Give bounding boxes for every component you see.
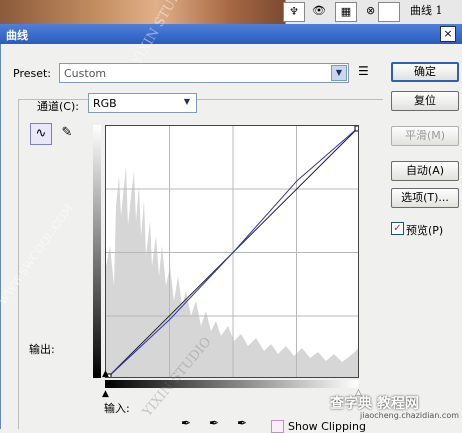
group-border-left (18, 99, 19, 429)
preset-select[interactable]: Custom ▼ (59, 63, 349, 83)
smooth-button[interactable]: 平滑(M) (391, 126, 459, 146)
curve-graph-svg (106, 126, 359, 377)
preset-label: Preset: (13, 67, 52, 80)
gray-eyedropper-icon[interactable]: ✒ (209, 416, 219, 430)
close-button[interactable]: × (440, 26, 456, 42)
chevron-down-icon[interactable]: ▼ (331, 65, 347, 81)
black-point-slider-icon[interactable]: ▲ (102, 370, 109, 379)
layer-thumbnail-icon: ▦ (335, 2, 357, 22)
background-photo (0, 0, 285, 24)
pencil-icon[interactable]: ✎ (56, 123, 78, 145)
black-input-slider-icon[interactable]: ▲ (102, 390, 109, 399)
preset-value: Custom (64, 67, 107, 80)
channel-value: RGB (93, 97, 117, 110)
curve-point-white[interactable] (354, 126, 359, 132)
ok-button[interactable]: 确定 (391, 62, 459, 82)
adjustment-icon: ♆ (283, 2, 305, 22)
eye-icon[interactable]: 👁 (308, 2, 330, 22)
curve-point-tool-icon[interactable]: ∿ (30, 123, 52, 145)
background-window: ♆ 👁 ▦ ⊗ 曲线 1 (0, 0, 462, 24)
input-gradient-bar (105, 380, 359, 388)
options-button[interactable]: 选项(T)... (391, 188, 459, 208)
preview-checkbox[interactable]: ✓ (391, 222, 404, 235)
watermark-footer: 查字典 教程网 (330, 396, 419, 412)
white-eyedropper-icon[interactable]: ✒ (237, 416, 247, 430)
dialog-titlebar: 曲线 × (0, 24, 462, 44)
output-label: 输出: (29, 343, 55, 356)
auto-button[interactable]: 自动(A) (391, 161, 459, 181)
show-clipping-checkbox[interactable] (271, 420, 284, 433)
link-icon: ⊗ (366, 4, 376, 17)
curves-dialog: Preset: Custom ▼ ☰ 通道(C): RGB ▼ ∿ ✎ 输出: (0, 44, 462, 433)
show-clipping-label: Show Clipping (288, 420, 366, 433)
reset-button[interactable]: 复位 (391, 91, 459, 111)
layer-name: 曲线 1 (410, 4, 443, 17)
watermark-url: jiaocheng.chazidian.com (360, 411, 460, 420)
black-eyedropper-icon[interactable]: ✒ (181, 416, 191, 430)
dialog-title: 曲线 (6, 29, 28, 42)
channel-select[interactable]: RGB ▼ (88, 93, 197, 113)
preset-menu-icon[interactable]: ☰ (358, 64, 369, 78)
chevron-down-icon[interactable]: ▼ (179, 95, 195, 111)
layer-mask-icon (378, 2, 400, 22)
input-label: 输入: (104, 402, 130, 415)
channel-label: 通道(C): (37, 100, 79, 113)
preview-label: 预览(P) (406, 224, 444, 237)
output-gradient-bar (93, 125, 101, 378)
curve-graph[interactable] (105, 125, 359, 378)
